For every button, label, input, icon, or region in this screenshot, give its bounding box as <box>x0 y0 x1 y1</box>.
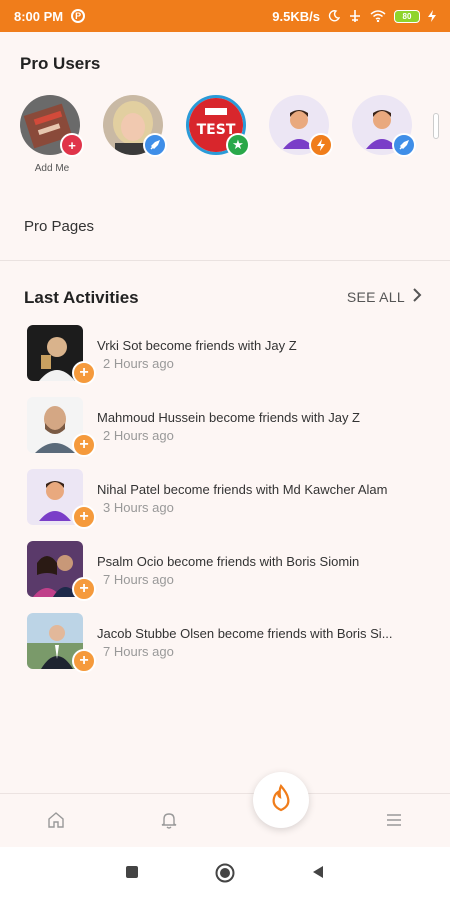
activity-time: 2 Hours ago <box>103 356 174 371</box>
menu-icon[interactable] <box>382 808 406 832</box>
activity-text: Vrki Sot become friends with Jay Z <box>97 338 297 353</box>
last-activities-title: Last Activities <box>24 288 139 307</box>
network-speed: 9.5KB/s <box>272 8 320 24</box>
avatar[interactable] <box>103 95 167 157</box>
flame-button[interactable] <box>253 772 309 828</box>
back-button[interactable] <box>311 865 325 884</box>
pro-users-scroll-edge <box>433 113 439 139</box>
list-item[interactable]: + Nihal Patel become friends with Md Kaw… <box>27 469 437 529</box>
plus-icon: + <box>72 505 96 529</box>
pro-users-list: + Add Me TEST ★ <box>20 95 450 185</box>
activity-time: 7 Hours ago <box>103 644 174 659</box>
charging-icon <box>428 10 436 22</box>
plus-badge-icon: + <box>60 133 84 157</box>
bolt-badge-icon <box>309 133 333 157</box>
home-icon[interactable] <box>44 808 68 832</box>
system-nav-bar <box>0 847 450 900</box>
list-item[interactable]: + Vrki Sot become friends with Jay Z 2 H… <box>27 325 437 385</box>
status-bar: 8:00 PM P 9.5KB/s 80 <box>0 0 450 32</box>
chevron-right-icon <box>413 288 422 305</box>
see-all-label: SEE ALL <box>346 288 405 305</box>
wifi-icon <box>370 10 386 22</box>
bell-icon[interactable] <box>157 808 181 832</box>
avatar[interactable] <box>352 95 416 157</box>
rocket-badge-icon <box>392 133 416 157</box>
list-item[interactable]: + Psalm Ocio become friends with Boris S… <box>27 541 437 601</box>
avatar[interactable] <box>269 95 333 157</box>
add-me-label: Add Me <box>34 163 70 174</box>
pro-user-item[interactable] <box>352 95 416 157</box>
home-button[interactable] <box>215 863 235 888</box>
star-badge-icon: ★ <box>226 133 250 157</box>
pro-pages-link[interactable]: Pro Pages <box>24 218 94 235</box>
plus-icon: + <box>72 649 96 673</box>
moon-icon <box>328 10 340 22</box>
activity-text: Psalm Ocio become friends with Boris Sio… <box>97 554 360 569</box>
pro-user-item[interactable]: TEST ★ <box>186 95 250 157</box>
activity-time: 3 Hours ago <box>103 500 174 515</box>
status-time: 8:00 PM <box>14 8 64 24</box>
avatar[interactable]: TEST ★ <box>186 95 250 157</box>
pro-user-item[interactable] <box>269 95 333 157</box>
airplane-icon <box>348 9 362 23</box>
plus-icon: + <box>72 361 96 385</box>
activity-text: Nihal Patel become friends with Md Kawch… <box>97 482 388 497</box>
bottom-nav <box>0 793 450 847</box>
see-all-button[interactable]: SEE ALL <box>347 288 422 305</box>
activity-time: 7 Hours ago <box>103 572 174 587</box>
avatar[interactable]: + <box>20 95 84 157</box>
rocket-badge-icon <box>143 133 167 157</box>
recents-button[interactable] <box>125 865 139 884</box>
battery-icon: 80 <box>394 9 420 23</box>
plus-icon: + <box>72 433 96 457</box>
activity-text: Mahmoud Hussein become friends with Jay … <box>97 410 361 425</box>
pro-users-title: Pro Users <box>20 54 101 73</box>
list-item[interactable]: + Mahmoud Hussein become friends with Ja… <box>27 397 437 457</box>
activity-text: Jacob Stubbe Olsen become friends with B… <box>97 626 393 641</box>
flame-icon <box>268 783 294 817</box>
divider <box>0 260 450 261</box>
activity-time: 2 Hours ago <box>103 428 174 443</box>
app-notification-icon: P <box>71 9 86 23</box>
pro-user-item[interactable] <box>103 95 167 157</box>
plus-icon: + <box>72 577 96 601</box>
list-item[interactable]: + Jacob Stubbe Olsen become friends with… <box>27 613 437 673</box>
pro-user-add-me[interactable]: + Add Me <box>20 95 84 174</box>
